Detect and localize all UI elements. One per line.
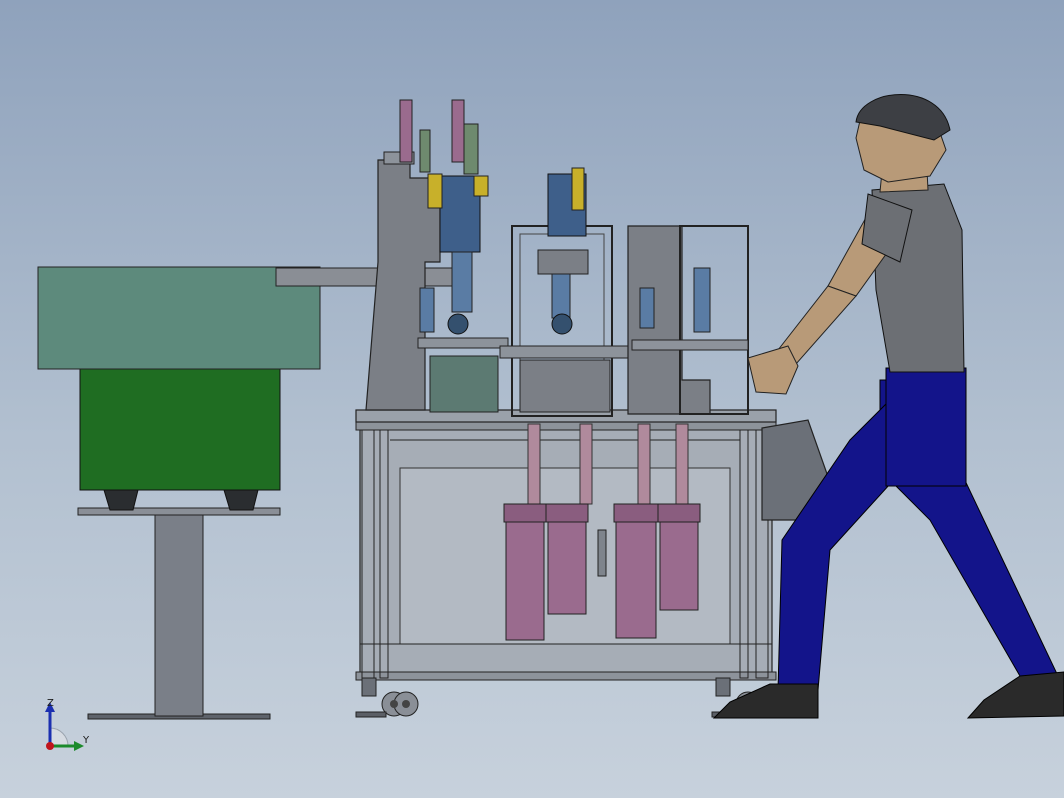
top-cylinder-2	[451, 99, 465, 163]
station-left-plate	[417, 337, 509, 349]
top-cylinder-1	[399, 99, 413, 163]
sensor-left-2	[473, 175, 489, 197]
cylinder-cap-2	[545, 503, 589, 523]
spindle-right	[693, 267, 711, 333]
view-triad: Z Y	[36, 696, 96, 756]
spindle-left-b	[419, 287, 435, 333]
press-station-left	[365, 99, 509, 413]
cad-viewport[interactable]: Z Y	[0, 0, 1064, 798]
door-handle	[597, 529, 607, 577]
press-head-center	[537, 249, 589, 275]
cylinder-body-3	[615, 505, 657, 639]
spindle-right-b	[639, 287, 655, 329]
spindle-left	[451, 251, 473, 313]
y-axis-label: Y	[83, 735, 90, 746]
operator-pelvis	[885, 367, 967, 487]
press-station-center	[499, 167, 643, 417]
caster-left	[355, 677, 419, 718]
cylinder-cap-1	[503, 503, 547, 523]
fixture-center	[519, 359, 611, 413]
gear-left	[447, 313, 469, 335]
cylinder-rod-3	[637, 423, 651, 505]
spindle-center	[551, 273, 571, 319]
origin-dot	[46, 742, 54, 750]
cylinder-cap-4	[657, 503, 701, 523]
sensor-center	[571, 167, 585, 211]
cylinder-rod-2	[579, 423, 593, 505]
cylinder-cap-3	[613, 503, 659, 523]
top-cylinder-4	[463, 123, 479, 175]
green-block	[429, 355, 499, 413]
cylinder-body-1	[505, 505, 545, 641]
station-right-plate	[631, 339, 749, 351]
top-cylinder-3	[419, 129, 431, 173]
feeder-foot-right	[223, 489, 259, 511]
cabinet-bottom-rail	[355, 671, 777, 681]
cylinder-rod-1	[527, 423, 541, 505]
z-axis-label: Z	[47, 698, 54, 709]
feeder-drive-base	[79, 367, 281, 491]
sensor-left	[427, 173, 443, 209]
feeder-pedestal-column	[154, 513, 204, 717]
machine-assembly-drawing	[37, 94, 1064, 720]
operator-hand	[747, 345, 799, 395]
triad-axes	[45, 702, 84, 751]
cylinder-rod-4	[675, 423, 689, 505]
feeder-foot-left	[103, 489, 139, 511]
press-station-right	[627, 225, 749, 415]
operator-back-shoe	[966, 671, 1064, 719]
station-center-plate	[499, 345, 643, 359]
gear-center	[551, 313, 573, 335]
